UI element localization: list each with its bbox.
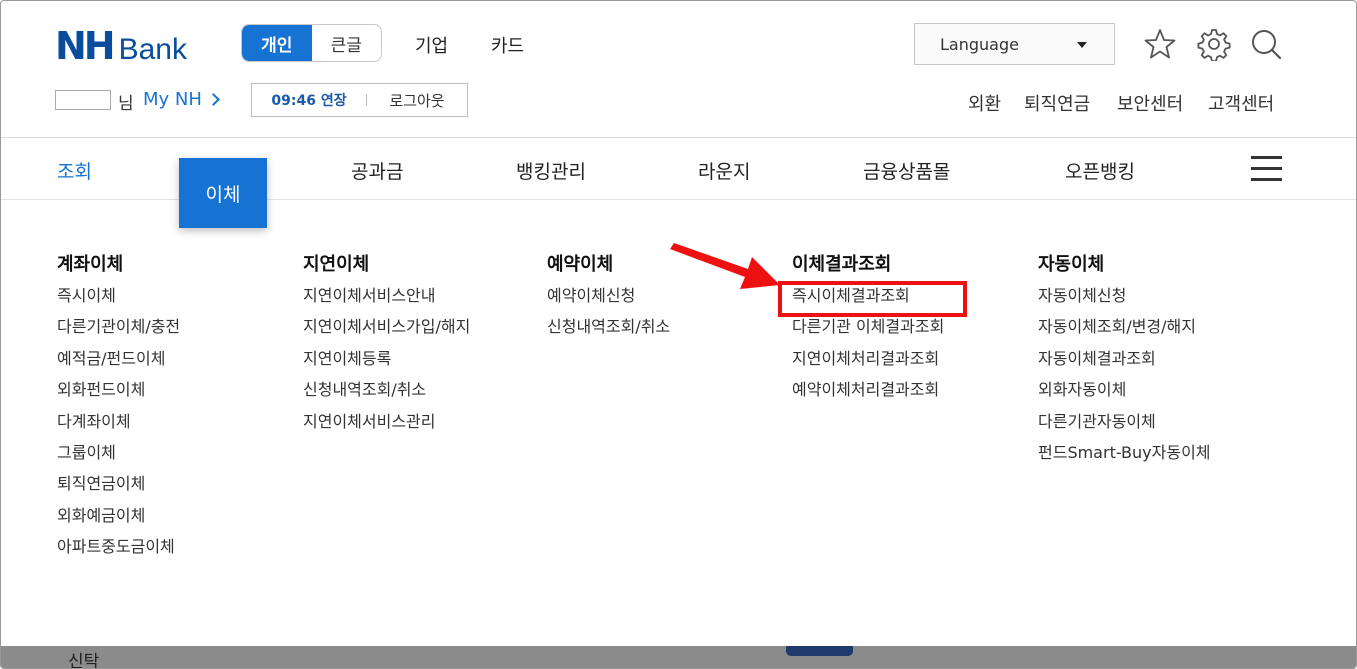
- corporate-link[interactable]: 기업: [415, 32, 448, 58]
- menu-item[interactable]: 자동이체조회/변경/해지: [1038, 317, 1211, 348]
- customer-center-link[interactable]: 고객센터: [1208, 90, 1274, 116]
- menu-item[interactable]: 자동이체결과조회: [1038, 349, 1211, 380]
- menu-column-auto-transfer: 자동이체 자동이체신청 자동이체조회/변경/해지 자동이체결과조회 외화자동이체…: [1038, 250, 1211, 474]
- user-name-box: [55, 90, 111, 110]
- menu-item[interactable]: 즉시이체: [57, 286, 180, 317]
- menu-column-scheduled-transfer: 예약이체 예약이체신청 신청내역조회/취소: [547, 250, 670, 349]
- menu-item[interactable]: 지연이체서비스관리: [303, 412, 470, 443]
- gnb-inquiry[interactable]: 조회: [57, 157, 92, 184]
- session-box: 09:46 연장 로그아웃: [251, 83, 468, 117]
- pension-link[interactable]: 퇴직연금: [1024, 90, 1090, 116]
- menu-item[interactable]: 외화펀드이체: [57, 380, 180, 411]
- page-overlay-strip: [1, 646, 1356, 668]
- menu-column-delayed-transfer: 지연이체 지연이체서비스안내 지연이체서비스가입/해지 지연이체등록 신청내역조…: [303, 250, 470, 443]
- menu-item[interactable]: 예약이체신청: [547, 286, 670, 317]
- text-size-toggle: 개인 큰글: [241, 24, 382, 62]
- language-select[interactable]: Language: [914, 23, 1115, 65]
- logout-button[interactable]: 로그아웃: [367, 90, 467, 111]
- menu-item[interactable]: 예적금/펀드이체: [57, 349, 180, 380]
- menu-item[interactable]: 다른기관 이체결과조회: [792, 317, 944, 348]
- menu-item[interactable]: 지연이체등록: [303, 349, 470, 380]
- session-extend-button[interactable]: 09:46 연장: [252, 90, 366, 110]
- menu-item[interactable]: 아파트중도금이체: [57, 537, 180, 568]
- menu-item[interactable]: 신청내역조회/취소: [547, 317, 670, 348]
- menu-item[interactable]: 지연이체서비스안내: [303, 286, 470, 317]
- large-text-tab[interactable]: 큰글: [312, 25, 382, 61]
- forex-link[interactable]: 외환: [968, 90, 1001, 116]
- menu-item[interactable]: 다계좌이체: [57, 412, 180, 443]
- menu-item[interactable]: 다른기관자동이체: [1038, 412, 1211, 443]
- menu-item[interactable]: 예약이체처리결과조회: [792, 380, 944, 411]
- menu-item[interactable]: 자동이체신청: [1038, 286, 1211, 317]
- caret-down-icon: [1077, 42, 1087, 48]
- column-title: 이체결과조회: [792, 254, 892, 275]
- gnb-banking-management[interactable]: 뱅킹관리: [516, 157, 586, 184]
- menu-item[interactable]: 지연이체처리결과조회: [792, 349, 944, 380]
- card-link[interactable]: 카드: [491, 32, 524, 58]
- my-nh-link[interactable]: My NH: [143, 89, 202, 110]
- logo-bank-text: Bank: [118, 33, 187, 66]
- menu-column-transfer-results: 이체결과조회 즉시이체결과조회 다른기관 이체결과조회 지연이체처리결과조회 예…: [792, 250, 944, 412]
- gnb-utility-bills[interactable]: 공과금: [351, 157, 403, 184]
- gnb-financial-products[interactable]: 금융상품몰: [863, 157, 950, 184]
- logo-nh-text: NH: [55, 24, 116, 68]
- user-suffix: 님: [118, 94, 134, 114]
- column-title: 계좌이체: [57, 254, 124, 275]
- chevron-right-icon: [207, 93, 220, 106]
- personal-tab[interactable]: 개인: [242, 25, 312, 61]
- column-title: 예약이체: [547, 254, 614, 275]
- menu-item[interactable]: 퇴직연금이체: [57, 474, 180, 505]
- menu-icon[interactable]: [1251, 156, 1282, 182]
- menu-item[interactable]: 외화자동이체: [1038, 380, 1211, 411]
- column-title: 자동이체: [1038, 254, 1105, 275]
- nh-bank-logo[interactable]: NH Bank: [55, 27, 187, 65]
- gnb-top-border: [1, 137, 1356, 138]
- menu-column-account-transfer: 계좌이체 즉시이체 다른기관이체/충전 예적금/펀드이체 외화펀드이체 다계좌이…: [57, 250, 180, 569]
- red-arrow-annotation: [670, 243, 780, 289]
- language-label: Language: [940, 34, 1019, 54]
- trust-label[interactable]: 신탁: [68, 647, 99, 668]
- menu-item[interactable]: 신청내역조회/취소: [303, 380, 470, 411]
- search-icon[interactable]: [1249, 27, 1283, 61]
- menu-item[interactable]: 지연이체서비스가입/해지: [303, 317, 470, 348]
- star-icon[interactable]: [1143, 27, 1177, 61]
- menu-item-instant-transfer-result[interactable]: 즉시이체결과조회: [792, 286, 944, 317]
- menu-item[interactable]: 펀드Smart-Buy자동이체: [1038, 443, 1211, 474]
- gear-icon[interactable]: [1197, 27, 1231, 61]
- browser-frame: NH Bank 개인 큰글 기업 카드 Language 님 My NH 09:…: [0, 0, 1357, 669]
- security-center-link[interactable]: 보안센터: [1117, 90, 1183, 116]
- menu-item[interactable]: 다른기관이체/충전: [57, 317, 180, 348]
- column-title: 지연이체: [303, 254, 370, 275]
- gnb-transfer[interactable]: 이체: [179, 158, 267, 228]
- gnb-open-banking[interactable]: 오픈뱅킹: [1065, 157, 1135, 184]
- menu-item[interactable]: 외화예금이체: [57, 506, 180, 537]
- bottom-button-edge[interactable]: [786, 646, 853, 656]
- gnb-lounge[interactable]: 라운지: [698, 157, 750, 184]
- menu-item[interactable]: 그룹이체: [57, 443, 180, 474]
